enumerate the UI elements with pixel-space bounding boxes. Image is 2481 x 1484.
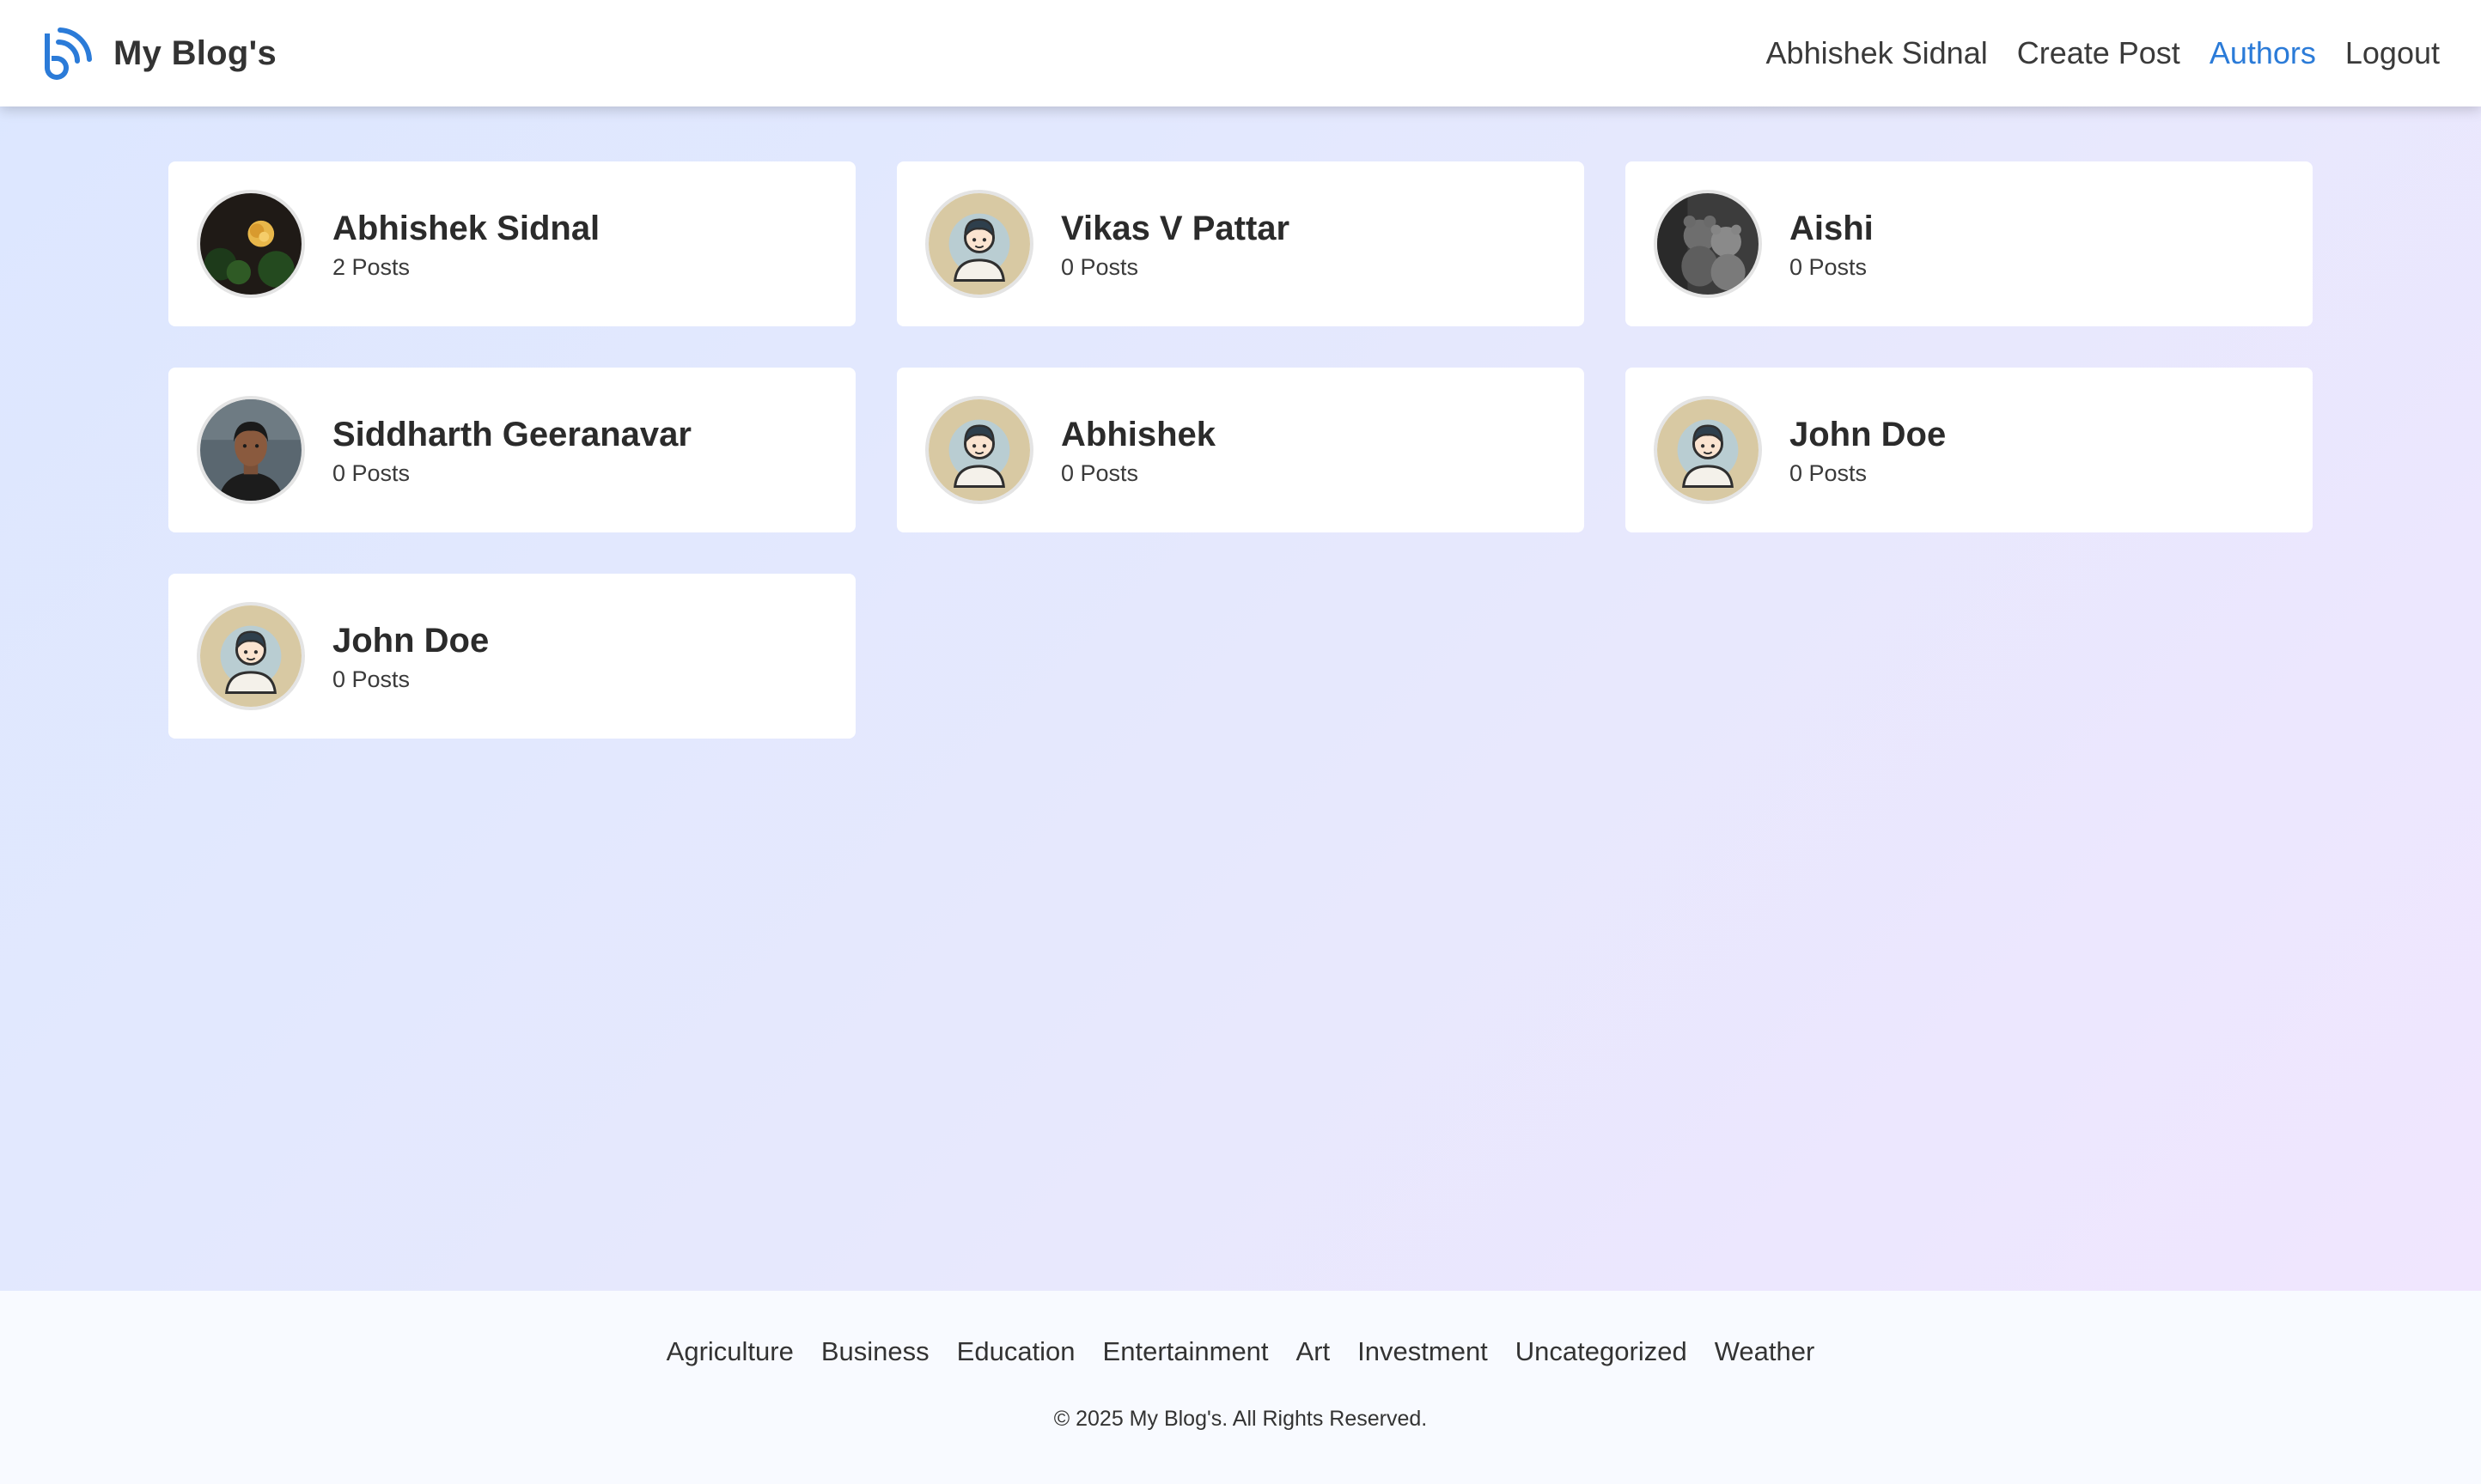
- default-avatar-icon: [200, 605, 302, 707]
- author-card[interactable]: Aishi 0 Posts: [1625, 161, 2313, 326]
- author-avatar: [1654, 396, 1762, 504]
- author-info: John Doe 0 Posts: [332, 620, 489, 693]
- footer-category-link[interactable]: Entertainment: [1103, 1336, 1269, 1367]
- site-footer: Agriculture Business Education Entertain…: [0, 1291, 2481, 1484]
- footer-category-link[interactable]: Art: [1296, 1336, 1331, 1367]
- default-avatar-icon: [1657, 399, 1759, 501]
- footer-category-link[interactable]: Uncategorized: [1515, 1336, 1687, 1367]
- author-name: Abhishek: [1061, 415, 1216, 453]
- author-avatar: [197, 396, 305, 504]
- footer-category-link[interactable]: Weather: [1715, 1336, 1815, 1367]
- nav-profile[interactable]: Abhishek Sidnal: [1766, 35, 1988, 71]
- blog-b-icon: [45, 27, 92, 80]
- site-header: My Blog's Abhishek Sidnal Create Post Au…: [0, 0, 2481, 106]
- author-info: Vikas V Pattar 0 Posts: [1061, 208, 1289, 281]
- author-name: John Doe: [1789, 415, 1947, 453]
- copyright-text: © 2025 My Blog's. All Rights Reserved.: [1053, 1407, 1428, 1431]
- brand-title: My Blog's: [113, 33, 277, 72]
- author-avatar: [197, 190, 305, 298]
- author-card[interactable]: Vikas V Pattar 0 Posts: [897, 161, 1584, 326]
- author-post-count: 2 Posts: [332, 253, 411, 280]
- author-card[interactable]: Siddharth Geeranavar 0 Posts: [168, 368, 856, 532]
- author-name: Abhishek Sidnal: [332, 209, 600, 247]
- main-nav: Abhishek Sidnal Create Post Authors Logo…: [1766, 35, 2440, 71]
- footer-category-link[interactable]: Business: [821, 1336, 930, 1367]
- author-name: Aishi: [1789, 209, 1874, 247]
- default-avatar-icon: [929, 193, 1030, 295]
- brand-link[interactable]: My Blog's: [38, 25, 277, 82]
- author-name: Siddharth Geeranavar: [332, 415, 692, 453]
- author-name: John Doe: [332, 621, 490, 660]
- author-info: Aishi 0 Posts: [1789, 208, 1874, 281]
- author-info: Siddharth Geeranavar 0 Posts: [332, 414, 692, 487]
- author-avatar: [925, 396, 1033, 504]
- author-card[interactable]: Abhishek Sidnal 2 Posts: [168, 161, 856, 326]
- footer-category-link[interactable]: Agriculture: [667, 1336, 794, 1367]
- author-post-count: 0 Posts: [1789, 253, 1868, 280]
- author-name: Vikas V Pattar: [1061, 209, 1290, 247]
- author-info: Abhishek Sidnal 2 Posts: [332, 208, 600, 281]
- author-card[interactable]: John Doe 0 Posts: [168, 574, 856, 739]
- author-post-count: 0 Posts: [1061, 253, 1139, 280]
- author-info: John Doe 0 Posts: [1789, 414, 1946, 487]
- author-card[interactable]: John Doe 0 Posts: [1625, 368, 2313, 532]
- author-avatar: [925, 190, 1033, 298]
- author-info: Abhishek 0 Posts: [1061, 414, 1216, 487]
- footer-category-link[interactable]: Education: [957, 1336, 1076, 1367]
- nav-logout[interactable]: Logout: [2345, 35, 2440, 71]
- flower-photo-icon: [200, 193, 302, 295]
- nav-create-post[interactable]: Create Post: [2017, 35, 2180, 71]
- footer-category-link[interactable]: Investment: [1357, 1336, 1488, 1367]
- author-post-count: 0 Posts: [332, 459, 411, 486]
- author-card[interactable]: Abhishek 0 Posts: [897, 368, 1584, 532]
- author-avatar: [197, 602, 305, 710]
- teddy-bears-photo-icon: [1657, 193, 1759, 295]
- nav-authors[interactable]: Authors: [2210, 35, 2316, 71]
- author-post-count: 0 Posts: [1061, 459, 1139, 486]
- author-post-count: 0 Posts: [1789, 459, 1868, 486]
- authors-grid: Abhishek Sidnal 2 Posts Vikas V Pattar 0…: [168, 161, 2313, 739]
- author-post-count: 0 Posts: [332, 666, 411, 692]
- person-photo-icon: [200, 399, 302, 501]
- footer-categories: Agriculture Business Education Entertain…: [667, 1336, 1815, 1367]
- author-avatar: [1654, 190, 1762, 298]
- default-avatar-icon: [929, 399, 1030, 501]
